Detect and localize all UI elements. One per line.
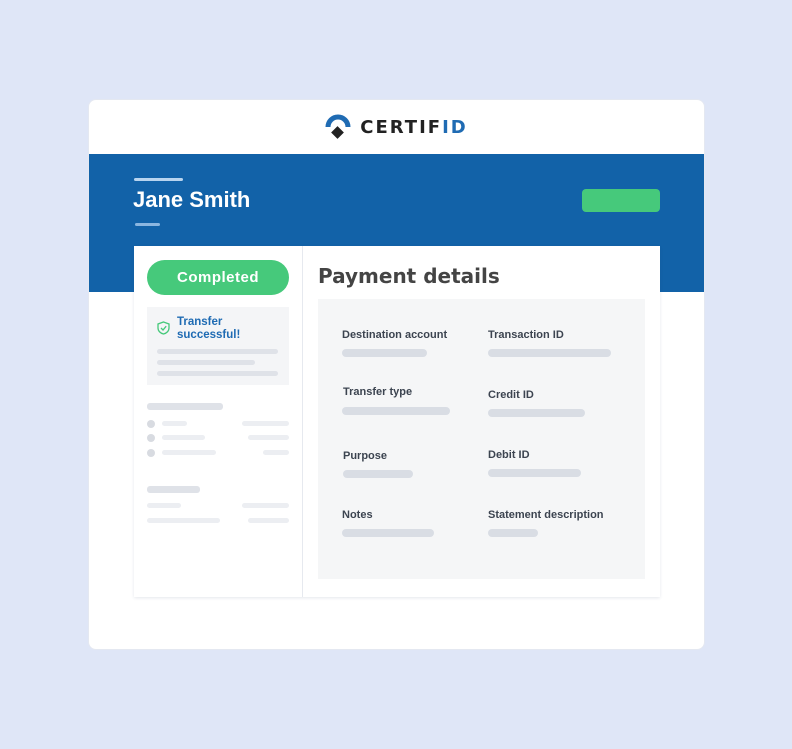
logo-text: CERTIFID [360, 117, 467, 138]
destination-account-value [342, 349, 427, 357]
list-placeholder-line [147, 503, 181, 508]
logo-bar: CERTIFID [89, 100, 704, 154]
debit-id-label: Debit ID [488, 449, 530, 461]
transaction-id-value [488, 349, 611, 357]
notes-value [342, 529, 434, 537]
main-card: CERTIFID Jane Smith Completed Transfer s… [88, 99, 705, 650]
success-notice: Transfer successful! [147, 307, 289, 385]
status-column: Completed Transfer successful! [134, 246, 303, 597]
completed-status-badge: Completed [147, 260, 289, 295]
destination-account-label: Destination account [342, 329, 448, 341]
notice-text: Transfer successful! [177, 316, 241, 341]
debit-id-value [488, 469, 581, 477]
transfer-type-value [342, 407, 450, 415]
payment-details-column: Payment details Destination account Tran… [303, 246, 660, 597]
credit-id-label: Credit ID [488, 389, 534, 401]
transaction-id-label: Transaction ID [488, 329, 564, 341]
list-placeholder-value [248, 435, 289, 440]
section-placeholder-heading [147, 403, 223, 410]
purpose-label: Purpose [343, 450, 388, 462]
statement-description-value [488, 529, 538, 537]
list-bullet [147, 420, 155, 428]
header-decor-line [134, 178, 183, 181]
list-bullet [147, 449, 155, 457]
certifid-logo-icon [325, 114, 351, 139]
transfer-type-label: Transfer type [343, 386, 413, 398]
list-bullet [147, 434, 155, 442]
transfer-panel: Completed Transfer successful! Payment d… [134, 246, 660, 597]
notice-placeholder-line [157, 371, 278, 376]
certifid-logo: CERTIFID [325, 114, 467, 140]
list-placeholder-line [162, 435, 205, 440]
customer-name: Jane Smith [133, 187, 251, 212]
payment-details-box: Destination account Transaction ID Trans… [318, 299, 645, 579]
notice-placeholder-line [157, 349, 278, 354]
list-placeholder-value [248, 518, 289, 523]
notice-placeholder-line [157, 360, 255, 365]
list-placeholder-value [242, 503, 289, 508]
header-decor-line-short [135, 223, 160, 226]
logo-text-accent: ID [442, 116, 468, 138]
shield-check-icon [157, 321, 170, 335]
list-placeholder-value [242, 421, 289, 426]
header-action-button[interactable] [582, 189, 660, 212]
notes-label: Notes [342, 509, 373, 521]
list-placeholder-value [263, 450, 289, 455]
payment-details-title: Payment details [318, 264, 500, 288]
statement-description-label: Statement description [488, 509, 604, 521]
purpose-value [343, 470, 413, 478]
logo-text-main: CERTIF [360, 116, 443, 138]
list-placeholder-line [162, 421, 187, 426]
section-placeholder-heading [147, 486, 200, 493]
credit-id-value [488, 409, 585, 417]
list-placeholder-line [147, 518, 220, 523]
list-placeholder-line [162, 450, 216, 455]
